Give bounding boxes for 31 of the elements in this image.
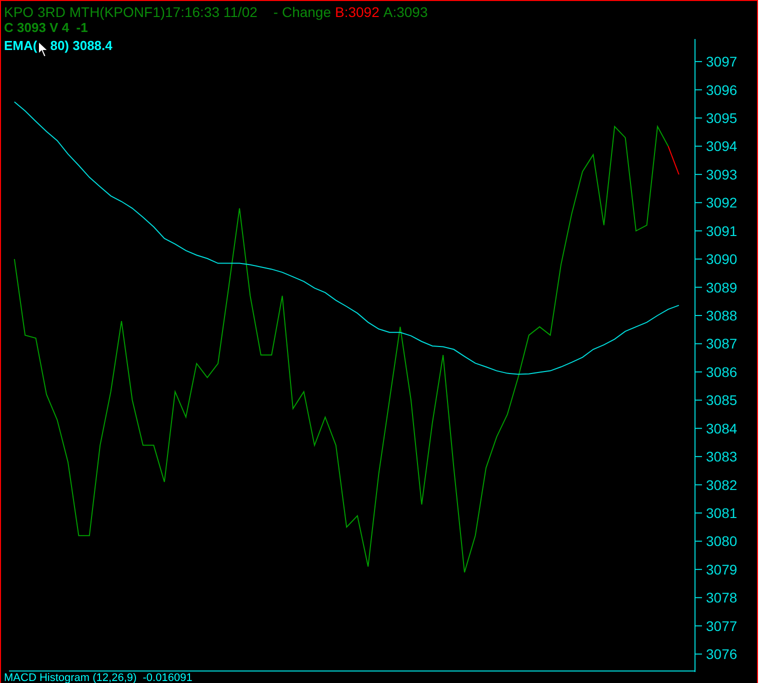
bid-price: B:3092 (335, 4, 380, 20)
last-trade: C 3093 V 4 -1 (4, 20, 89, 36)
axis-label: 3095 (706, 110, 738, 126)
axis-label: 3097 (706, 54, 738, 70)
change-label: - Change (273, 4, 331, 20)
axis-label: 3093 (706, 166, 738, 182)
cursor-icon (38, 41, 50, 58)
axis-label: 3076 (706, 646, 738, 662)
axis-label: 3079 (706, 561, 738, 578)
axis-label: 3077 (706, 618, 738, 634)
macd-label: MACD Histogram (12,26,9) -0.016091 (4, 672, 192, 683)
ask-price: A:3093 (383, 4, 428, 20)
axis-label: 3096 (706, 82, 738, 98)
axis-label: 3088 (706, 308, 738, 324)
axis-label: 3094 (706, 138, 738, 154)
axis-label: 3085 (706, 392, 738, 408)
axis-label: 3082 (706, 476, 738, 493)
axis-label: 3078 (706, 590, 738, 606)
indicator-label: EMA( (4, 38, 38, 54)
axis-label: 3092 (706, 194, 738, 211)
axis-label: 3087 (706, 336, 738, 352)
axis-label: 3090 (706, 251, 738, 268)
axis-label: 3089 (706, 279, 738, 296)
indicator-value: 80) 3088.4 (50, 38, 112, 54)
axis-label: 3086 (706, 364, 738, 380)
instrument-title: KPO 3RD MTH(KPONF1)17:16:33 11/02 (4, 4, 258, 20)
axis-label: 3084 (706, 420, 738, 436)
axis-label: 3091 (706, 222, 738, 239)
axis-label: 3083 (706, 448, 738, 465)
axis-label: 3081 (706, 505, 738, 521)
axis-label: 3080 (706, 533, 738, 550)
